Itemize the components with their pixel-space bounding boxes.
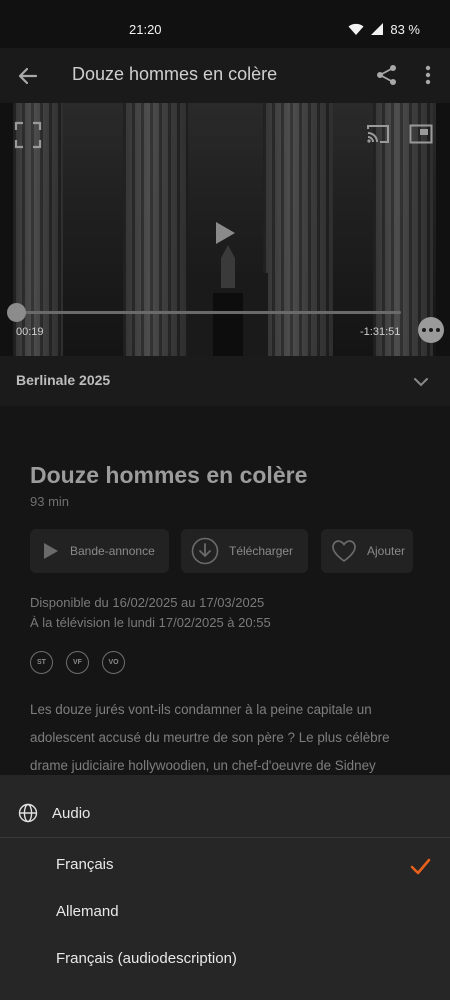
audio-bottom-sheet: Audio Français Allemand Français (audiod… — [0, 775, 450, 1000]
trailer-button[interactable]: Bande-annonce — [30, 529, 169, 573]
add-to-list-button[interactable]: Ajouter — [321, 529, 413, 573]
french-version-badge: VF — [66, 651, 89, 674]
picture-in-picture-icon[interactable] — [409, 124, 433, 144]
language-badges: ST VF VO — [30, 651, 125, 674]
status-bar: 21:20 83 % — [0, 0, 450, 48]
more-vertical-icon[interactable] — [418, 62, 438, 88]
download-button[interactable]: Télécharger — [181, 529, 308, 573]
video-player[interactable]: 00:19 -1:31:51 — [0, 103, 450, 356]
elapsed-time: 00:19 — [16, 326, 44, 338]
progress-thumb[interactable] — [7, 303, 26, 322]
movie-title: Douze hommes en colère — [30, 462, 308, 488]
availability-info: Disponible du 16/02/2025 au 17/03/2025 À… — [30, 593, 271, 633]
download-label: Télécharger — [229, 544, 294, 558]
add-label: Ajouter — [367, 544, 406, 558]
original-version-badge: VO — [102, 651, 125, 674]
audio-option-francais[interactable]: Français — [0, 842, 450, 889]
signal-icon — [371, 23, 384, 35]
wifi-icon — [348, 23, 364, 35]
availability-dates: Disponible du 16/02/2025 au 17/03/2025 — [30, 595, 265, 610]
status-time: 21:20 — [129, 22, 162, 37]
festival-section[interactable]: Berlinale 2025 — [0, 356, 450, 406]
subtitles-badge: ST — [30, 651, 53, 674]
movie-duration: 93 min — [30, 494, 70, 509]
audio-option-label: Français — [56, 856, 114, 873]
app-bar: Douze hommes en colère — [0, 48, 450, 103]
globe-icon — [18, 803, 38, 823]
chevron-down-icon[interactable] — [411, 372, 431, 392]
sheet-title: Audio — [52, 805, 91, 822]
back-arrow-icon[interactable] — [14, 62, 42, 90]
download-icon — [191, 537, 219, 565]
battery-level: 83 % — [390, 22, 420, 37]
heart-icon — [332, 540, 356, 563]
audio-option-label: Français (audiodescription) — [56, 950, 237, 967]
remaining-time: -1:31:51 — [360, 326, 401, 338]
broadcast-info: À la télévision le lundi 17/02/2025 à 20… — [30, 615, 271, 630]
progress-bar[interactable] — [16, 311, 401, 314]
checkmark-icon — [410, 858, 431, 875]
synopsis: Les douze jurés vont-ils condamner à la … — [30, 702, 390, 773]
courthouse-door-image — [188, 245, 268, 356]
player-options-icon[interactable] — [418, 317, 444, 343]
fullscreen-icon[interactable] — [14, 121, 42, 149]
play-icon[interactable] — [214, 221, 236, 245]
audio-option-francais-audiodescription[interactable]: Français (audiodescription) — [0, 936, 450, 983]
trailer-label: Bande-annonce — [70, 544, 155, 558]
status-icons: 83 % — [348, 22, 420, 37]
audio-option-allemand[interactable]: Allemand — [0, 889, 450, 936]
cast-icon[interactable] — [366, 123, 390, 145]
audio-option-label: Allemand — [56, 903, 119, 920]
sheet-header: Audio — [0, 775, 450, 838]
movie-details: Douze hommes en colère 93 min Bande-anno… — [0, 406, 450, 776]
share-icon[interactable] — [374, 62, 400, 88]
play-icon — [44, 543, 58, 559]
app-bar-title: Douze hommes en colère — [72, 64, 278, 84]
festival-label: Berlinale 2025 — [16, 372, 111, 388]
